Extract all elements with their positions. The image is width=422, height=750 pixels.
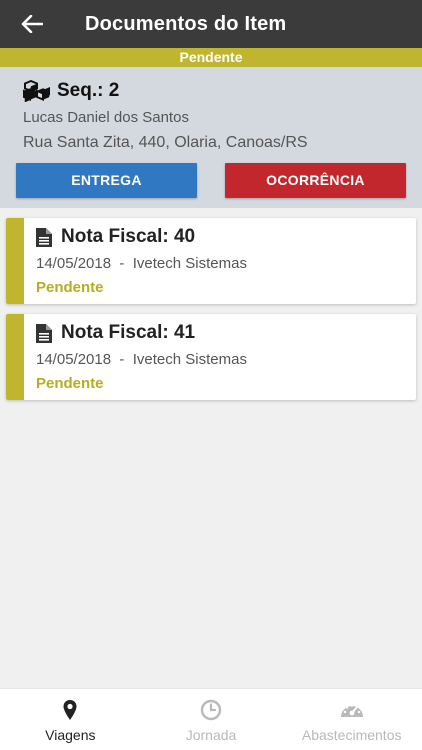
clock-icon	[200, 699, 222, 721]
nav-item-jornada[interactable]: Jornada	[141, 689, 282, 750]
item-summary: Seq.: 2 Lucas Daniel dos Santos Rua Sant…	[0, 67, 422, 208]
gauge-icon	[340, 704, 363, 717]
status-accent	[6, 314, 24, 400]
sequence-label: Seq.: 2	[57, 80, 120, 101]
nav-item-viagens[interactable]: Viagens	[0, 689, 141, 750]
document-title: Nota Fiscal: 41	[61, 322, 196, 343]
document-date: 14/05/2018	[36, 351, 112, 368]
ocorrencia-button[interactable]: OCORRÊNCIA	[225, 163, 406, 198]
document-card[interactable]: Nota Fiscal: 40 14/05/2018 - Ivetech Sis…	[6, 218, 416, 304]
meta-separator: -	[111, 351, 133, 368]
arrow-left-icon	[21, 15, 43, 33]
recipient-address: Rua Santa Zita, 440, Olaria, Canoas/RS	[23, 134, 308, 151]
sequence-row: Seq.: 2	[23, 80, 119, 102]
document-title: Nota Fiscal: 40	[61, 226, 196, 247]
document-status: Pendente	[36, 375, 104, 392]
bottom-navigation: Viagens Jornada Abastecimentos	[0, 688, 422, 750]
nav-label: Abastecimentos	[301, 727, 402, 743]
document-status: Pendente	[36, 279, 104, 296]
back-button[interactable]	[0, 0, 64, 48]
meta-separator: -	[111, 255, 133, 272]
document-company: Ivetech Sistemas	[132, 255, 247, 272]
document-icon	[36, 323, 52, 343]
status-banner: Pendente	[0, 48, 422, 67]
map-pin-icon	[63, 700, 77, 720]
status-accent	[6, 218, 24, 304]
page-title: Documentos do Item	[85, 12, 287, 35]
document-card[interactable]: Nota Fiscal: 41 14/05/2018 - Ivetech Sis…	[6, 314, 416, 400]
nav-label: Jornada	[185, 727, 237, 743]
document-meta: 14/05/2018 - Ivetech Sistemas	[36, 255, 247, 272]
document-title-row: Nota Fiscal: 41	[36, 322, 195, 344]
document-title-row: Nota Fiscal: 40	[36, 226, 195, 248]
document-icon	[36, 227, 52, 247]
app-bar: Documentos do Item	[0, 0, 422, 48]
document-meta: 14/05/2018 - Ivetech Sistemas	[36, 351, 247, 368]
nav-label: Viagens	[45, 727, 96, 743]
boxes-icon	[23, 80, 50, 102]
recipient-name: Lucas Daniel dos Santos	[23, 109, 189, 126]
entrega-button[interactable]: ENTREGA	[16, 163, 197, 198]
document-company: Ivetech Sistemas	[132, 351, 247, 368]
nav-item-abastecimentos[interactable]: Abastecimentos	[281, 689, 422, 750]
document-date: 14/05/2018	[36, 255, 112, 272]
